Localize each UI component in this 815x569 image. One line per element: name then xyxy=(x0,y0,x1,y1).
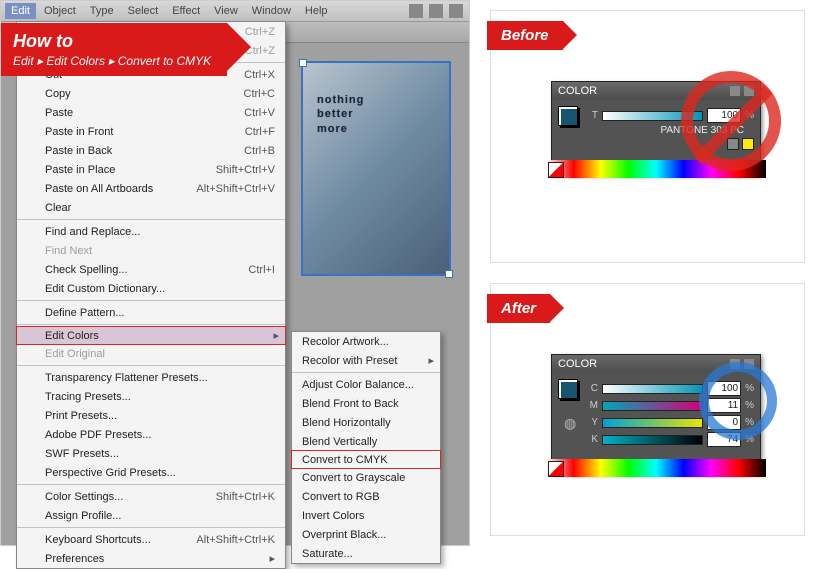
edit-menu: UndoCtrl+Z RedoCtrl+Z CutCtrl+X CopyCtrl… xyxy=(16,21,286,569)
panel-title: COLOR xyxy=(558,85,597,97)
menu-item[interactable]: Keyboard Shortcuts...Alt+Shift+Ctrl+K xyxy=(17,530,285,549)
menu-item[interactable]: Define Pattern... xyxy=(17,303,285,322)
menu-item[interactable]: Paste on All ArtboardsAlt+Shift+Ctrl+V xyxy=(17,179,285,198)
highlight-circle-icon xyxy=(699,362,777,440)
menu-item: Find Next xyxy=(17,241,285,260)
toolbar-icon[interactable] xyxy=(449,4,463,18)
toolbar-icon[interactable] xyxy=(409,4,423,18)
menu-select[interactable]: Select xyxy=(122,3,165,19)
spectrum-bar[interactable] xyxy=(546,459,766,477)
submenu-convert-cmyk[interactable]: Convert to CMYK xyxy=(291,450,441,469)
menu-item[interactable]: Check Spelling...Ctrl+I xyxy=(17,260,285,279)
menu-item[interactable]: Paste in FrontCtrl+F xyxy=(17,122,285,141)
menu-help[interactable]: Help xyxy=(299,3,334,19)
menu-item[interactable]: Assign Profile... xyxy=(17,506,285,525)
menu-edit-colors[interactable]: Edit Colors xyxy=(16,326,286,345)
submenu-item[interactable]: Recolor Artwork... xyxy=(292,332,440,351)
submenu-item[interactable]: Recolor with Preset xyxy=(292,351,440,370)
menu-item[interactable]: Tracing Presets... xyxy=(17,387,285,406)
menu-edit[interactable]: Edit xyxy=(5,3,36,19)
k-slider[interactable] xyxy=(602,435,703,445)
menu-item[interactable]: Adobe PDF Presets... xyxy=(17,425,285,444)
submenu-item[interactable]: Blend Front to Back xyxy=(292,394,440,413)
fill-swatch[interactable] xyxy=(558,106,578,126)
prohibited-icon xyxy=(681,71,781,171)
ribbon-title: How to xyxy=(13,31,211,52)
menu-item[interactable]: Preferences▸ xyxy=(17,549,285,568)
after-tag: After xyxy=(487,294,550,323)
tint-label: T xyxy=(586,110,598,121)
menu-item[interactable]: PasteCtrl+V xyxy=(17,103,285,122)
submenu-item[interactable]: Saturate... xyxy=(292,544,440,563)
submenu-item[interactable]: Overprint Black... xyxy=(292,525,440,544)
fill-swatch[interactable] xyxy=(558,379,578,399)
art-text: better xyxy=(317,107,364,121)
c-slider[interactable] xyxy=(602,384,703,394)
menu-object[interactable]: Object xyxy=(38,3,82,19)
panel-title: COLOR xyxy=(558,358,597,370)
menu-view[interactable]: View xyxy=(208,3,244,19)
menu-item[interactable]: SWF Presets... xyxy=(17,444,285,463)
menubar: Edit Object Type Select Effect View Wind… xyxy=(1,1,469,21)
menu-item[interactable]: Transparency Flattener Presets... xyxy=(17,368,285,387)
submenu-item: Convert to RGB xyxy=(292,487,440,506)
howto-ribbon: How to Edit ▸ Edit Colors ▸ Convert to C… xyxy=(1,23,227,76)
menu-item[interactable]: CopyCtrl+C xyxy=(17,84,285,103)
menu-window[interactable]: Window xyxy=(246,3,297,19)
menu-item[interactable]: Print Presets... xyxy=(17,406,285,425)
before-tag: Before xyxy=(487,21,563,50)
artboard[interactable]: nothing better more xyxy=(301,61,451,276)
menu-item[interactable]: Paste in BackCtrl+B xyxy=(17,141,285,160)
menu-item[interactable]: Find and Replace... xyxy=(17,222,285,241)
art-text: nothing xyxy=(317,93,364,107)
cube-icon: ◍ xyxy=(564,415,578,429)
menu-item[interactable]: Clear xyxy=(17,198,285,217)
y-slider[interactable] xyxy=(602,418,703,428)
menu-item[interactable]: Color Settings...Shift+Ctrl+K xyxy=(17,487,285,506)
menu-item: Edit Original xyxy=(17,344,285,363)
submenu-item[interactable]: Blend Horizontally xyxy=(292,413,440,432)
edit-colors-submenu: Recolor Artwork... Recolor with Preset A… xyxy=(291,331,441,564)
menu-item[interactable]: Edit Custom Dictionary... xyxy=(17,279,285,298)
menu-item[interactable]: Perspective Grid Presets... xyxy=(17,463,285,482)
submenu-item[interactable]: Convert to Grayscale xyxy=(292,468,440,487)
submenu-item[interactable]: Invert Colors xyxy=(292,506,440,525)
after-card: After COLOR ◍ C% M% xyxy=(490,283,805,536)
app-screenshot: Edit Object Type Select Effect View Wind… xyxy=(0,0,470,546)
toolbar-icon[interactable] xyxy=(429,4,443,18)
m-slider[interactable] xyxy=(602,401,703,411)
art-text: more xyxy=(317,122,364,136)
before-card: Before COLOR T % xyxy=(490,10,805,263)
submenu-item[interactable]: Adjust Color Balance... xyxy=(292,375,440,394)
menu-type[interactable]: Type xyxy=(84,3,120,19)
menu-item[interactable]: Paste in PlaceShift+Ctrl+V xyxy=(17,160,285,179)
menu-effect[interactable]: Effect xyxy=(166,3,206,19)
ribbon-path: Edit ▸ Edit Colors ▸ Convert to CMYK xyxy=(13,54,211,68)
submenu-item[interactable]: Blend Vertically xyxy=(292,432,440,451)
